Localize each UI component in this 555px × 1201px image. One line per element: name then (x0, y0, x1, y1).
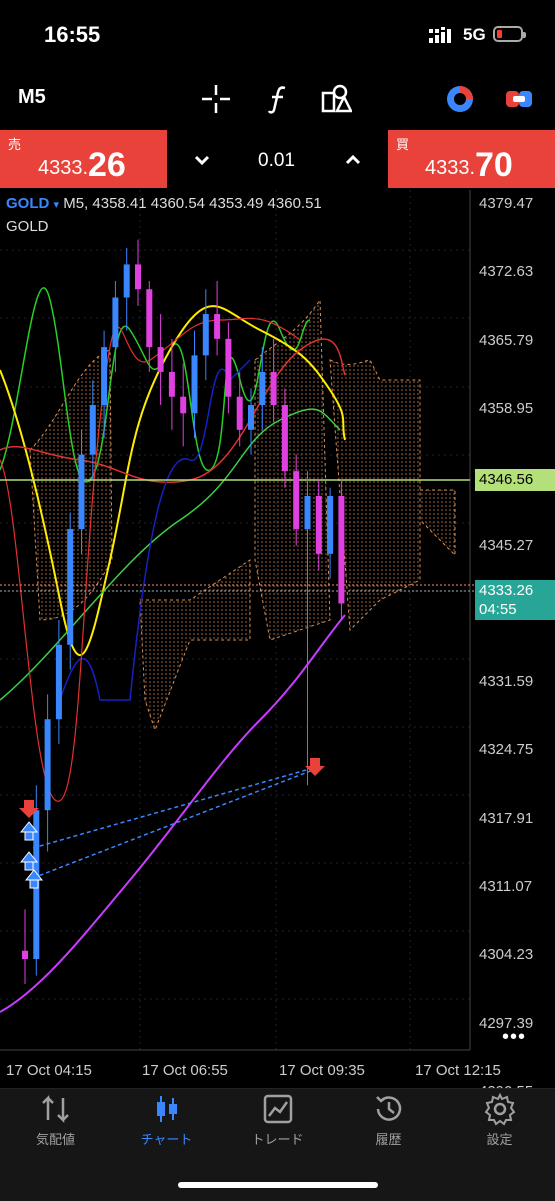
chart-subtitle: GOLD (6, 218, 49, 235)
nav-history-label: 履歴 (375, 1132, 402, 1147)
buy-label: 買 (396, 137, 410, 152)
candle-body (123, 264, 130, 298)
buy-price-pips: 70 (475, 146, 513, 184)
battery-icon (493, 26, 526, 42)
network-type: 5G (463, 25, 486, 44)
symbol-dropdown-icon[interactable]: ▾ (54, 199, 60, 211)
ohlc-info: M5, 4358.41 4360.54 4353.49 4360.51 (63, 195, 322, 212)
buy-button[interactable]: 買 4333. 70 (388, 130, 555, 188)
sell-price-pips: 26 (88, 146, 126, 184)
candle-body (168, 371, 175, 397)
candle-body (338, 495, 345, 604)
quotes-icon (41, 1094, 69, 1124)
price-tick-label: 4358.95 (479, 399, 534, 417)
price-tick-label: 4331.59 (479, 673, 534, 691)
price-tick-label: 4372.63 (479, 263, 534, 281)
highlighted-level-tag: 4346.56 (475, 469, 555, 491)
nav-settings-label: 設定 (486, 1132, 513, 1147)
nav-chart[interactable]: チャート (111, 1092, 222, 1152)
price-tick-label: 4345.27 (479, 536, 534, 554)
candle-body (225, 338, 232, 397)
chart-candles-icon (156, 1096, 177, 1122)
buy-price-prefix: 4333. (425, 157, 476, 179)
candle-body (202, 314, 209, 356)
bar-countdown: 04:55 (479, 601, 517, 618)
time-tick-label: 17 Oct 06:55 (142, 1062, 228, 1079)
crosshair-icon[interactable] (200, 83, 232, 115)
candle-body (157, 347, 164, 372)
candle-body (101, 347, 108, 405)
candle-body (304, 495, 311, 530)
nav-trade-label: トレード (251, 1132, 304, 1147)
candle-body (327, 495, 334, 554)
candle-body (180, 396, 187, 414)
nav-trade[interactable]: トレード (222, 1092, 333, 1152)
symbol-label[interactable]: GOLD (6, 195, 49, 212)
candle-body (236, 396, 243, 430)
ichimoku-cloud (29, 298, 456, 732)
candle-body (22, 950, 28, 960)
candle-body (135, 264, 141, 290)
indicator-function-icon[interactable] (263, 83, 295, 115)
candle-body (191, 355, 198, 414)
status-time: 16:55 (44, 22, 101, 47)
time-tick-label: 17 Oct 12:15 (415, 1062, 501, 1079)
candle-body (78, 454, 85, 530)
candle-body (89, 405, 96, 455)
sell-price-prefix: 4333. (38, 157, 89, 179)
nav-quotes[interactable]: 気配値 (0, 1092, 111, 1152)
volume-increase-button[interactable] (341, 148, 365, 172)
status-bar: 16:55 5G (0, 0, 555, 70)
home-indicator (178, 1182, 378, 1188)
more-options-icon[interactable]: ••• (502, 1026, 526, 1049)
time-tick-label: 17 Oct 09:35 (279, 1062, 365, 1079)
current-price-tag: 4333.26 04:55 (475, 580, 555, 620)
candle-body (315, 495, 322, 554)
candle-body (44, 719, 51, 811)
candle-body (55, 644, 62, 720)
object-shapes-icon[interactable] (320, 83, 352, 115)
nav-settings[interactable]: 設定 (444, 1092, 555, 1152)
candle-body (67, 529, 74, 645)
price-tick-label: 4365.79 (479, 331, 534, 349)
candle-body (248, 405, 254, 430)
candle-body (293, 471, 300, 530)
signal-icon (429, 27, 451, 43)
chart-info: GOLD ▾ M5, 4358.41 4360.54 4353.49 4360.… (6, 195, 322, 212)
current-price: 4333.26 (479, 582, 534, 599)
nav-history[interactable]: 履歴 (333, 1092, 444, 1152)
chart-canvas[interactable] (0, 190, 555, 1090)
one-click-trading-icon[interactable] (444, 83, 476, 115)
candle-body (259, 371, 266, 405)
sell-button[interactable]: 売 4333. 26 (0, 130, 167, 188)
price-tick-label: 4379.47 (479, 195, 534, 212)
price-tick-label: 4324.75 (479, 741, 534, 759)
trade-icon (263, 1094, 292, 1124)
price-tick-label: 4304.23 (479, 946, 534, 964)
time-tick-label: 17 Oct 04:15 (6, 1062, 92, 1079)
sell-label: 売 (8, 137, 22, 152)
volume-decrease-button[interactable] (190, 148, 214, 172)
nav-quotes-label: 気配値 (35, 1132, 75, 1147)
candle-body (270, 371, 277, 405)
timeframe-button[interactable]: M5 (18, 86, 46, 109)
candle-body (146, 289, 153, 348)
volume-value[interactable]: 0.01 (258, 150, 295, 172)
account-switch-icon[interactable] (503, 83, 535, 115)
history-icon (375, 1096, 401, 1121)
price-tick-label: 4311.07 (479, 878, 533, 895)
candle-body (214, 314, 221, 339)
candle-body (112, 297, 119, 348)
candle-body (281, 405, 288, 472)
nav-chart-label: チャート (140, 1132, 193, 1147)
price-chart[interactable] (0, 190, 555, 1090)
price-tick-label: 4317.91 (479, 809, 534, 827)
gear-icon (484, 1092, 515, 1126)
